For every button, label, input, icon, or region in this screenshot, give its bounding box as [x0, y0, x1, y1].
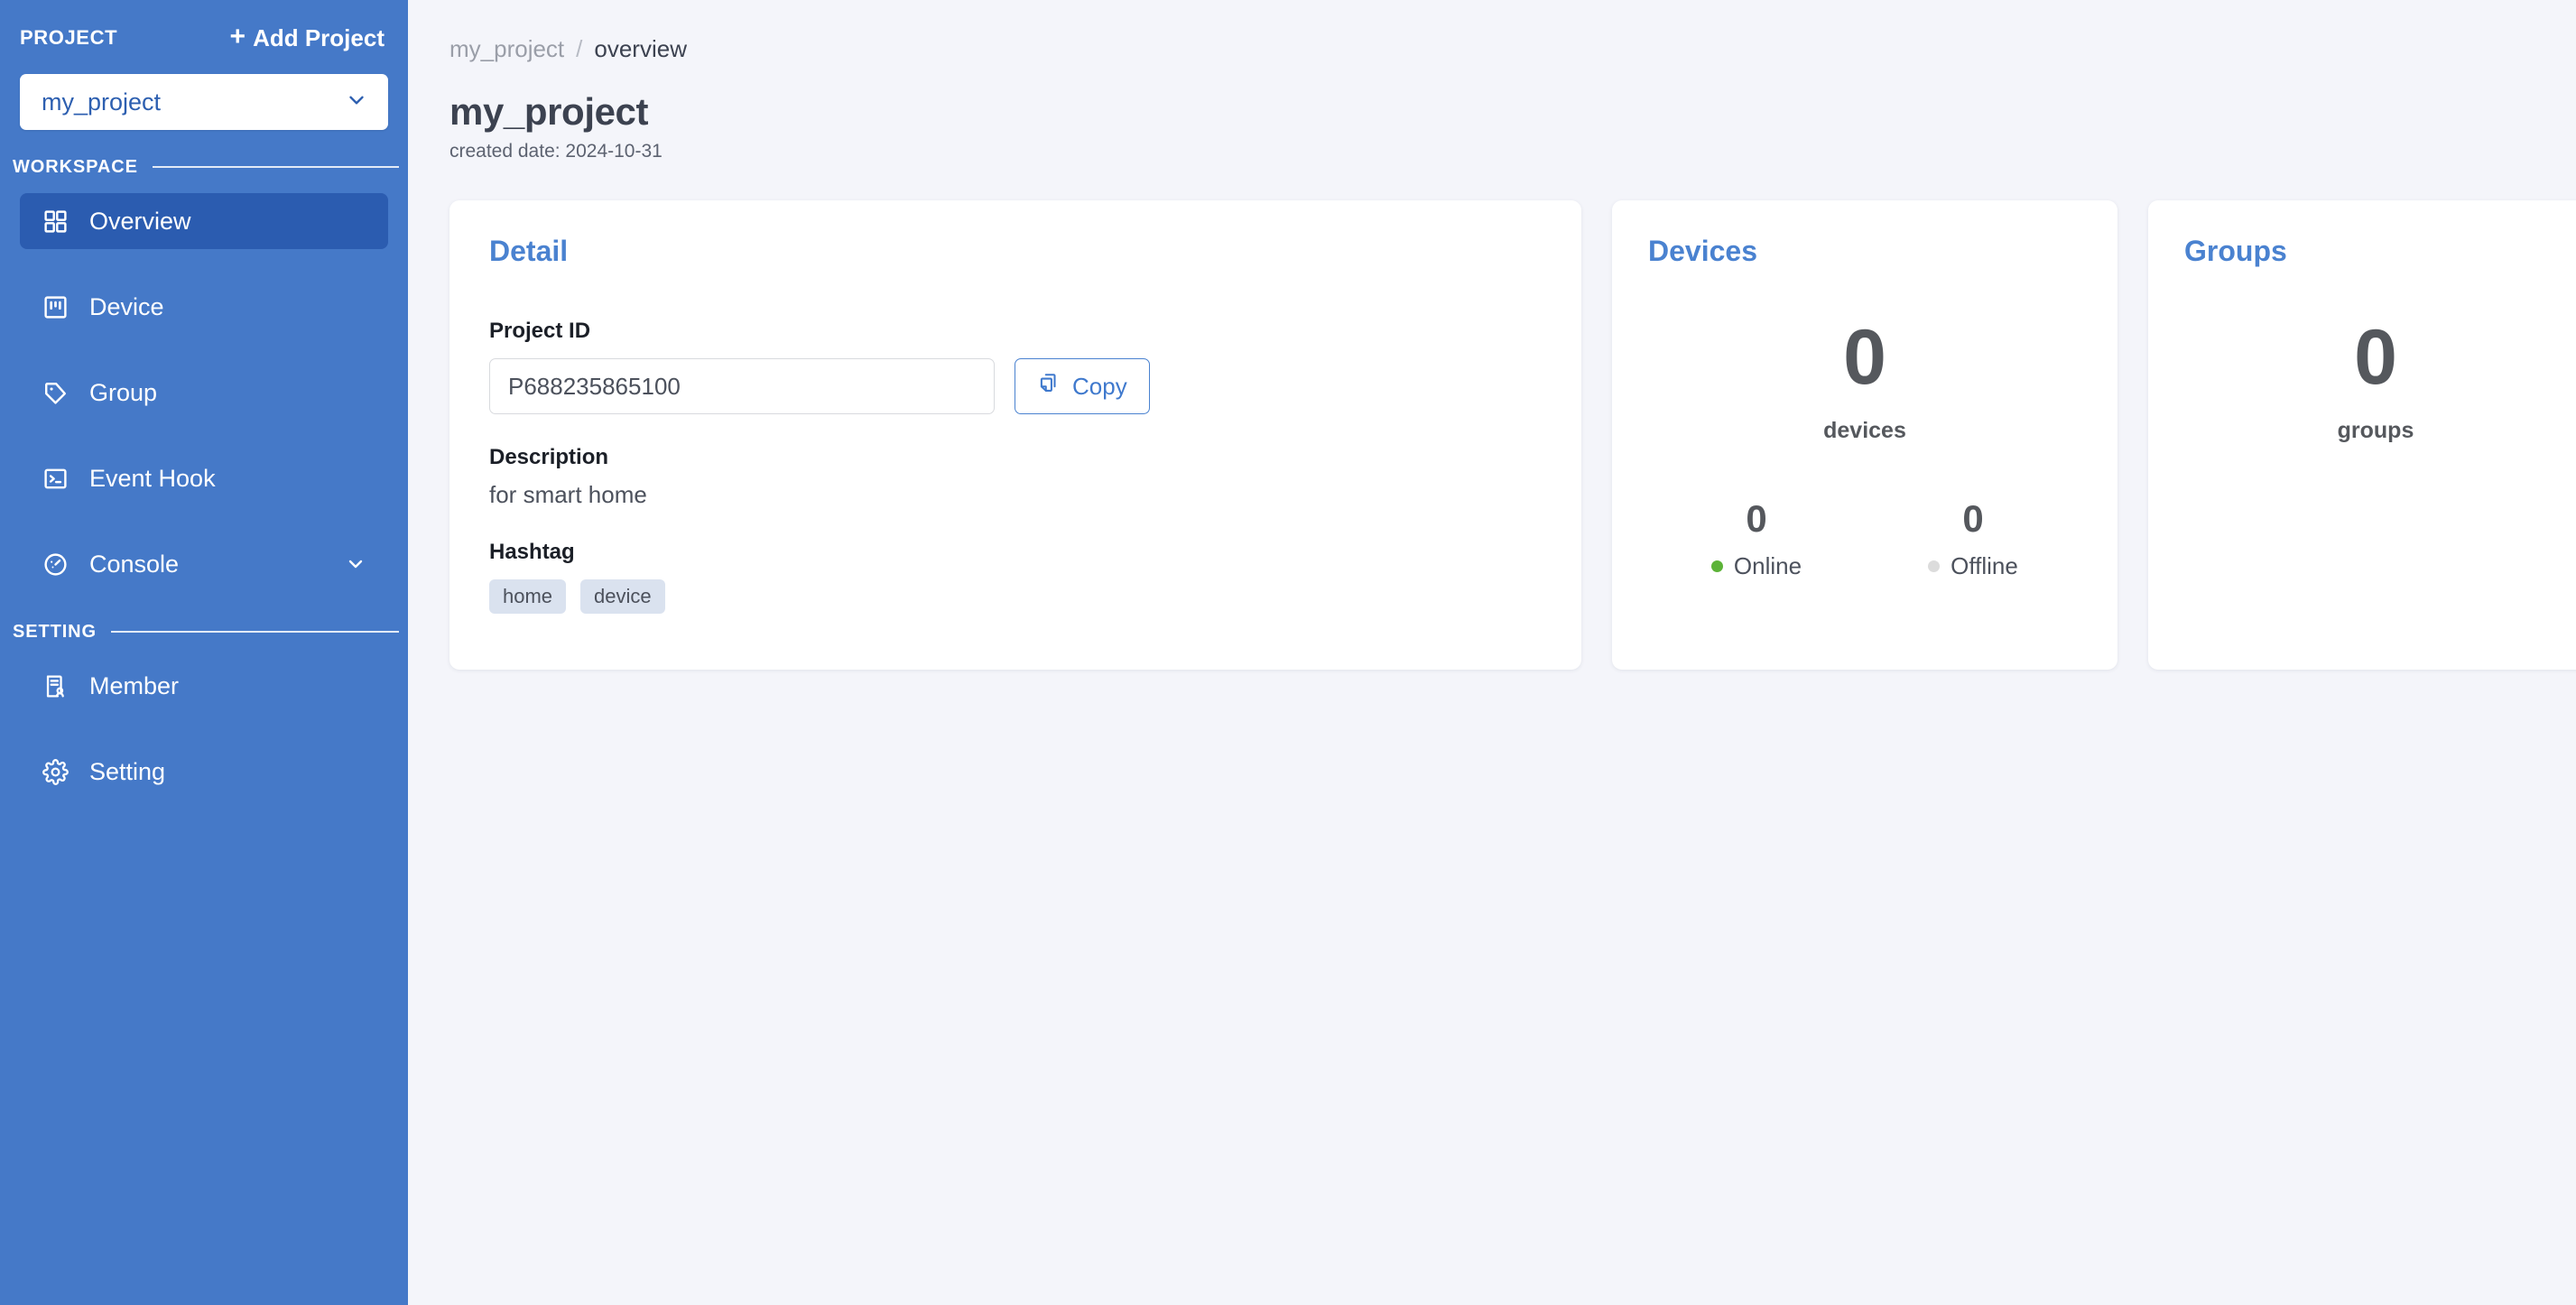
grid-icon [42, 208, 69, 236]
setting-nav: Member Setting [0, 658, 408, 800]
groups-card-title: Groups [2184, 235, 2287, 267]
breadcrumb-separator: / [576, 34, 583, 62]
gauge-icon [42, 551, 69, 578]
description-label: Description [489, 445, 609, 469]
page-subtitle: created date: 2024-10-31 [449, 141, 663, 162]
offline-status: Offline [1865, 552, 2081, 580]
hashtag-chip[interactable]: device [580, 579, 665, 614]
sidebar-item-device[interactable]: Device [20, 279, 388, 335]
offline-label: Offline [1951, 552, 2018, 579]
groups-card: Groups 0 groups [2148, 200, 2576, 670]
offline-count: 0 [1962, 497, 1984, 540]
section-divider [152, 166, 399, 168]
project-id-label: Project ID [489, 319, 591, 343]
project-section-label: PROJECT [20, 26, 118, 49]
groups-unit-label: groups [2337, 418, 2414, 443]
setting-section-header: SETTING [0, 618, 408, 645]
online-count: 0 [1746, 497, 1767, 540]
copy-label: Copy [1072, 372, 1127, 400]
online-status: Online [1648, 552, 1865, 580]
sidebar-item-event-hook[interactable]: Event Hook [20, 450, 388, 506]
workspace-nav: Overview Device Group Event Hook Console [0, 193, 408, 592]
device-icon [42, 293, 69, 321]
setting-section-label: SETTING [13, 621, 97, 642]
workspace-section-label: WORKSPACE [13, 156, 138, 177]
hashtag-list: home device [489, 579, 1542, 614]
plus-icon: + [229, 22, 246, 51]
sidebar: PROJECT + Add Project my_project WORKSPA… [0, 0, 408, 1305]
cards-row: Detail Project ID Copy Description for s… [449, 200, 2576, 670]
devices-card: Devices 0 devices 0 Online 0 Offline [1612, 200, 2117, 670]
project-selector-value: my_project [42, 88, 162, 116]
copy-icon [1037, 372, 1061, 402]
tag-icon [42, 379, 69, 407]
sidebar-item-label: Device [89, 292, 164, 320]
online-label: Online [1733, 552, 1802, 579]
chevron-down-icon[interactable] [345, 553, 366, 575]
sidebar-item-console[interactable]: Console [20, 536, 388, 592]
member-icon [42, 672, 69, 700]
sidebar-item-label: Event Hook [89, 464, 216, 492]
sidebar-item-label: Console [89, 550, 180, 578]
hashtag-chip[interactable]: home [489, 579, 567, 614]
sidebar-item-label: Member [89, 671, 180, 699]
project-selector[interactable]: my_project [20, 74, 388, 130]
sidebar-item-setting[interactable]: Setting [20, 744, 388, 800]
hashtag-label: Hashtag [489, 540, 575, 564]
add-project-button[interactable]: + Add Project [229, 22, 385, 52]
sidebar-item-overview[interactable]: Overview [20, 193, 388, 249]
devices-count: 0 [1843, 314, 1886, 401]
devices-card-title: Devices [1648, 235, 1757, 267]
detail-card: Detail Project ID Copy Description for s… [449, 200, 1581, 670]
groups-total: 0 groups [2184, 319, 2567, 444]
devices-total: 0 devices [1648, 319, 2081, 444]
main-content: my_project / overview my_project created… [408, 0, 2576, 1305]
page-title: my_project [449, 90, 649, 133]
breadcrumb: my_project / overview [449, 34, 2540, 63]
gear-icon [42, 758, 69, 786]
detail-card-title: Detail [489, 235, 569, 267]
sidebar-item-label: Overview [89, 207, 191, 235]
copy-button[interactable]: Copy [1015, 358, 1150, 414]
project-id-input[interactable] [489, 358, 995, 414]
devices-status-split: 0 Online 0 Offline [1648, 500, 2081, 580]
groups-count: 0 [2354, 314, 2397, 401]
breadcrumb-current: overview [594, 34, 687, 62]
sidebar-item-member[interactable]: Member [20, 658, 388, 714]
sidebar-header: PROJECT + Add Project [0, 16, 408, 60]
sidebar-item-group[interactable]: Group [20, 365, 388, 421]
project-id-row: Copy [489, 358, 1542, 414]
breadcrumb-parent[interactable]: my_project [449, 35, 564, 63]
sidebar-item-label: Setting [89, 757, 166, 785]
devices-offline-stat: 0 Offline [1865, 500, 2081, 580]
devices-online-stat: 0 Online [1648, 500, 1865, 580]
online-dot-icon [1710, 560, 1723, 572]
add-project-label: Add Project [253, 23, 385, 51]
workspace-section-header: WORKSPACE [0, 153, 408, 180]
section-divider [110, 631, 399, 633]
devices-unit-label: devices [1823, 418, 1906, 443]
chevron-down-icon [345, 88, 368, 116]
description-value: for smart home [489, 481, 647, 508]
terminal-icon [42, 465, 69, 493]
offline-dot-icon [1928, 560, 1941, 572]
sidebar-item-label: Group [89, 378, 158, 406]
